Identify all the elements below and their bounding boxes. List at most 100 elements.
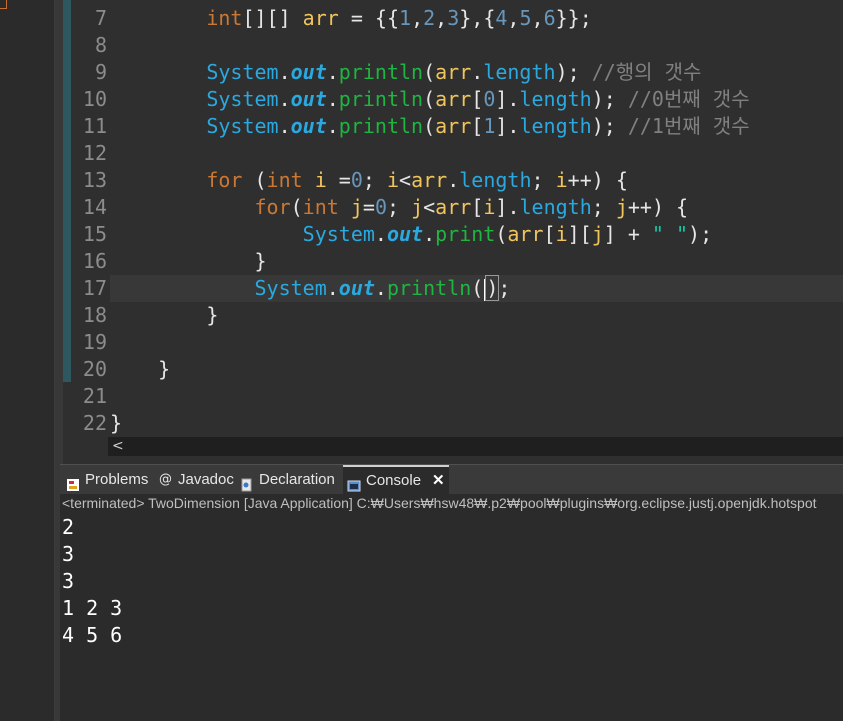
line-number: 15 [82,222,107,246]
open-paren: ( [471,276,484,300]
punctuation: }}; [555,6,592,30]
punctuation: ); [555,60,592,84]
comment: //행의 갯수 [591,60,702,84]
punctuation: = [362,195,375,219]
variable: arr [302,6,339,30]
field-name: length [519,114,592,138]
punctuation: ( [290,195,303,219]
variable: j [350,195,363,219]
horizontal-scrollbar[interactable]: < [108,437,843,456]
punctuation: [ [471,195,484,219]
punctuation: . [507,114,520,138]
bottom-view-tab-bar: Problems @ Javadoc Declaration Console ✕ [60,464,843,495]
variable: arr [435,87,472,111]
keyword: int [266,168,303,192]
punctuation: ( [242,168,267,192]
comment: //0번째 갯수 [627,87,750,111]
code-line[interactable]: System.out.println(arr[0].length); //0번째… [110,86,843,113]
line-number: 19 [82,330,107,354]
variable: arr [435,60,472,84]
left-side-view [0,0,55,721]
static-field: out [290,60,327,84]
static-field: out [386,222,424,246]
field-name: length [459,168,532,192]
punctuation: ++) { [567,168,628,192]
code-line[interactable]: } [110,410,843,437]
punctuation: [][] [242,6,303,30]
punctuation: ( [495,222,508,246]
method-name: println [338,114,424,138]
tab-label: Javadoc [178,471,234,488]
number-literal: 1 [399,6,412,30]
code-line-empty[interactable] [110,383,843,410]
code-line-empty[interactable] [110,140,843,167]
line-number: 20 [82,357,107,381]
punctuation: ] + [603,222,652,246]
punctuation: [ [471,87,484,111]
console-process-label: <terminated> TwoDimension [Java Applicat… [60,494,843,514]
comment: //1번째 갯수 [627,114,750,138]
line-number: 11 [82,114,107,138]
code-line[interactable]: } [110,356,843,383]
tab-label: Declaration [259,471,335,488]
line-number: 14 [82,195,107,219]
punctuation: },{ [459,6,496,30]
class-name: System [254,276,327,300]
close-icon[interactable]: ✕ [432,466,445,496]
closing-brace: } [206,303,219,327]
code-line[interactable]: } [110,302,843,329]
punctuation: ; [531,168,556,192]
tab-label: Problems [85,471,149,488]
punctuation: ); [688,222,713,246]
code-line[interactable]: int[][] arr = {{1,2,3},{4,5,6}}; [110,5,843,32]
punctuation: . [278,87,291,111]
code-line[interactable]: for(int j=0; j<arr[i].length; j++) { [110,194,843,221]
line-number: 21 [82,384,107,408]
punctuation: . [447,168,460,192]
keyword: for [206,168,243,192]
punctuation: . [326,87,339,111]
current-code-line[interactable]: System.out.println(); [110,275,843,302]
punctuation: < [399,168,412,192]
number-literal: 2 [423,6,436,30]
punctuation: ( [423,114,436,138]
console-icon [347,474,361,492]
method-name: print [435,222,496,246]
line-number: 10 [82,87,107,111]
code-line-empty[interactable] [110,329,843,356]
code-editor[interactable]: 7 8 9 10 11 12 13 14 15 16 17 18 19 20 2… [63,0,843,437]
tab-declaration[interactable]: Declaration [236,465,339,495]
class-name: System [206,87,279,111]
punctuation: . [278,60,291,84]
punctuation: ( [423,60,436,84]
code-line[interactable]: } [110,248,843,275]
punctuation: . [374,222,387,246]
static-field: out [338,276,375,300]
code-text-area[interactable]: int[][] arr = {{1,2,3},{4,5,6}}; System.… [110,5,843,437]
punctuation: , [507,6,520,30]
variable: j [591,222,604,246]
scroll-left-icon[interactable]: < [112,437,124,456]
keyword: for [254,195,291,219]
tab-problems[interactable]: Problems [62,465,152,495]
number-literal: 6 [543,6,556,30]
code-line[interactable]: System.out.println(arr[1].length); //1번째… [110,113,843,140]
code-line-empty[interactable] [110,32,843,59]
string-literal: " " [651,222,689,246]
variable: j [411,195,424,219]
code-line[interactable]: System.out.print(arr[i][j] + " "); [110,221,843,248]
number-literal: 4 [495,6,508,30]
tab-javadoc[interactable]: @ Javadoc [155,465,238,495]
number-literal: 0 [374,195,387,219]
console-output-line: 3 [62,569,75,593]
punctuation: ; [362,168,387,192]
console-output-line: 2 [62,515,75,539]
console-output[interactable]: 2 3 3 1 2 3 4 5 6 [60,514,843,721]
code-line[interactable]: System.out.println(arr.length); //행의 갯수 [110,59,843,86]
line-number: 18 [82,303,107,327]
tab-console[interactable]: Console ✕ [343,465,449,495]
code-line[interactable]: for (int i =0; i<arr.length; i++) { [110,167,843,194]
